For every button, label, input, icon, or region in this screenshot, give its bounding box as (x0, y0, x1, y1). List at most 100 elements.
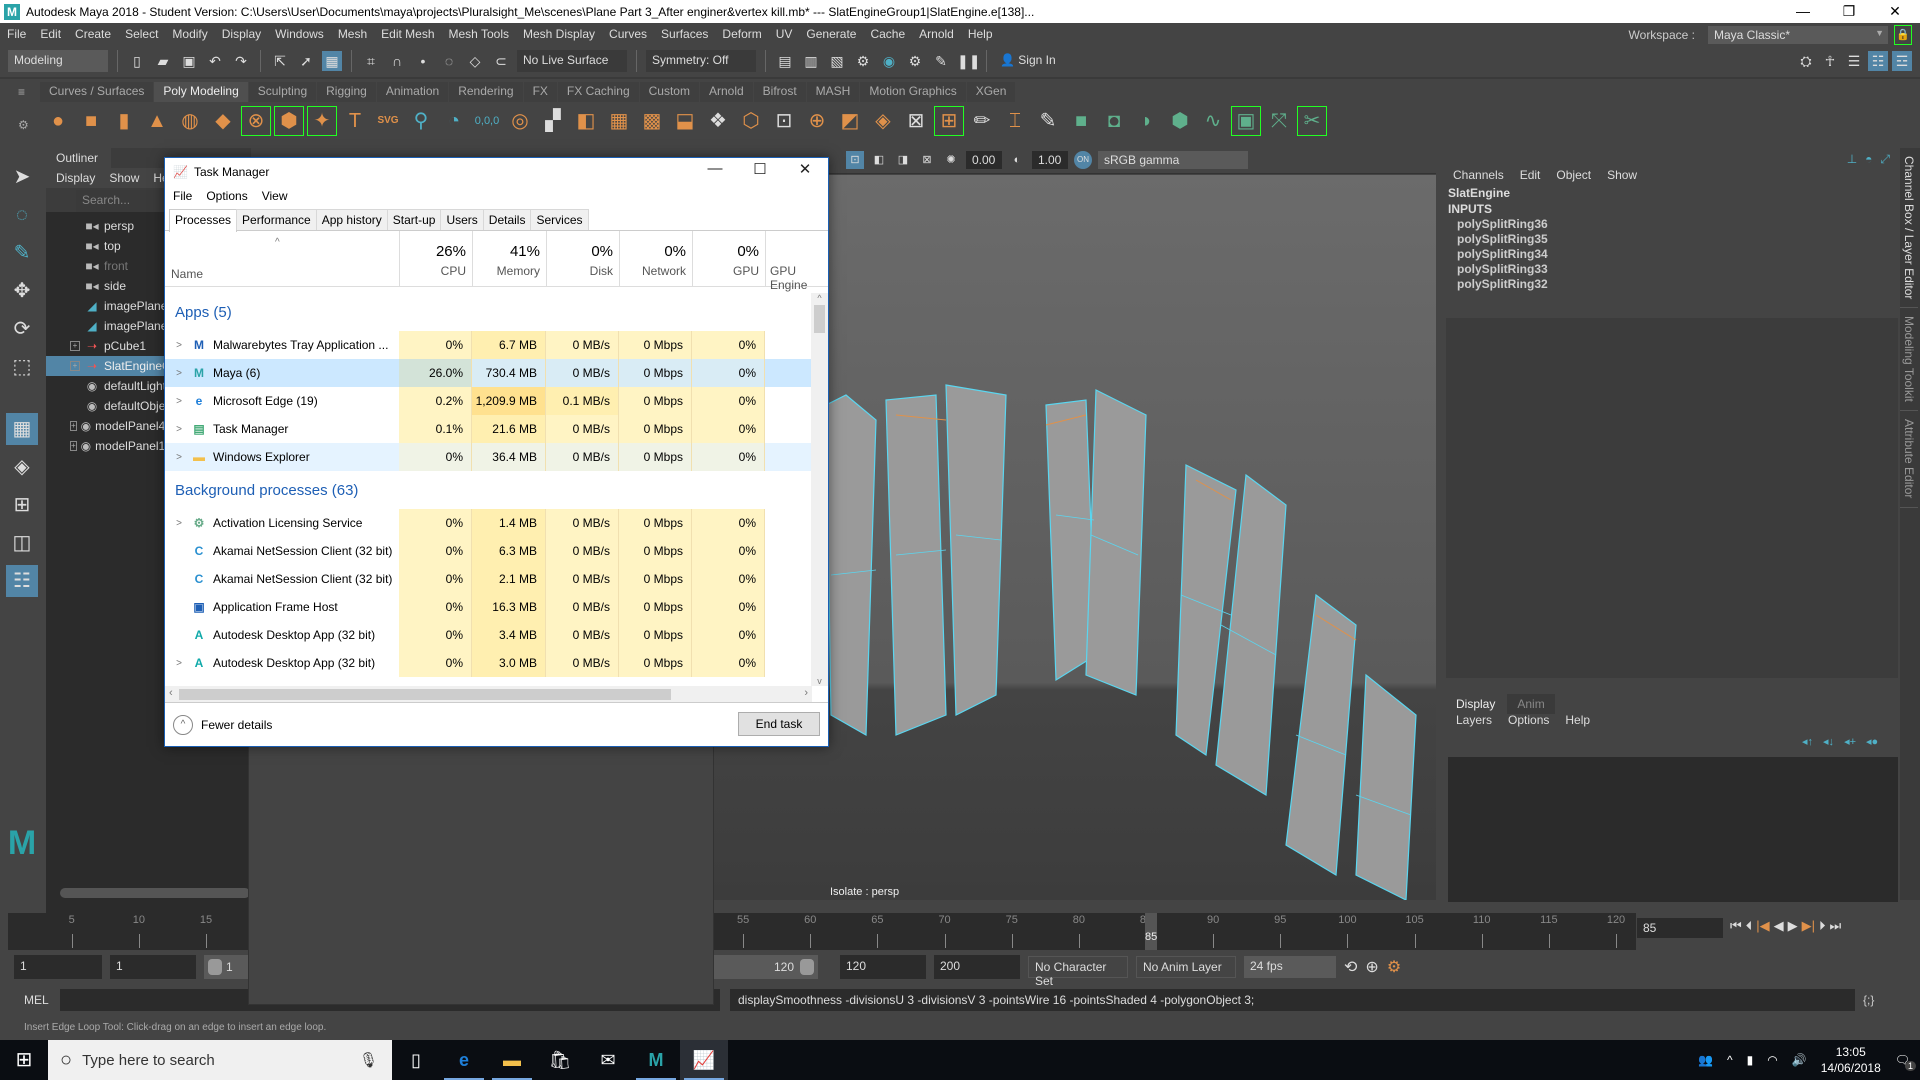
current-frame-field[interactable]: 85 (1637, 918, 1723, 938)
menu-surfaces[interactable]: Surfaces (654, 27, 715, 41)
input-node[interactable]: polySplitRing34 (1440, 246, 1900, 261)
poly-cube-icon[interactable]: ■ (77, 107, 105, 135)
poly-disc-icon[interactable]: ⊗ (241, 106, 271, 136)
outliner-layout-icon[interactable]: ☷ (6, 565, 38, 597)
symmetry-dropdown[interactable]: Symmetry: Off (646, 50, 756, 72)
process-row[interactable]: > M Malwarebytes Tray Application ... 0% 6.7… (165, 331, 812, 359)
scroll-right-icon[interactable]: › (804, 687, 808, 699)
step-forward-key-icon[interactable]: ▶| (1802, 918, 1815, 934)
taskbar-search[interactable]: ○ Type here to search 🎙 (48, 1040, 392, 1080)
side-tab-modeling-toolkit[interactable]: Modeling Toolkit (1900, 308, 1918, 412)
menu-mesh-display[interactable]: Mesh Display (516, 27, 602, 41)
tm-hscrollbar[interactable]: ‹ › (165, 686, 812, 703)
process-row[interactable]: ▣ Application Frame Host 0% 16.3 MB 0 MB/s 0 … (165, 593, 812, 621)
cut-sew-icon[interactable]: ✂ (1297, 106, 1327, 136)
shelf-settings-icon[interactable]: ⚙ (18, 118, 29, 132)
layer-menu-help[interactable]: Help (1565, 713, 1590, 727)
menuset-dropdown[interactable]: Modeling (8, 50, 108, 72)
clock[interactable]: 13:05 14/06/2018 (1821, 1044, 1881, 1076)
menu-edit[interactable]: Edit (33, 27, 68, 41)
menu-mesh-tools[interactable]: Mesh Tools (442, 27, 516, 41)
shelf-tab-xgen[interactable]: XGen (966, 82, 1016, 102)
go-to-start-icon[interactable]: ⏮ (1730, 918, 1742, 934)
col-disk[interactable]: 0% Disk (546, 231, 619, 287)
gamma-icon[interactable]: ◐ (1008, 151, 1026, 169)
sign-in-button[interactable]: 👤 Sign In (996, 50, 1114, 72)
shelf-tab-sculpting[interactable]: Sculpting (248, 82, 317, 102)
layer-tab-display[interactable]: Display (1446, 694, 1506, 714)
shelf-tab-fx-caching[interactable]: FX Caching (557, 82, 639, 102)
light-editor-icon[interactable]: ✎ (931, 51, 951, 71)
shelf-tab-animation[interactable]: Animation (376, 82, 449, 102)
mirror-icon[interactable]: ◧ (572, 107, 600, 135)
move-layer-up-icon[interactable]: ◂↑ (1802, 735, 1813, 748)
scale-tool-icon[interactable]: ⬚ (6, 351, 38, 383)
fps-dropdown[interactable]: 24 fps (1244, 956, 1336, 978)
color-space-dropdown[interactable]: sRGB gamma (1098, 151, 1248, 169)
col-gpu[interactable]: 0% GPU (692, 231, 765, 287)
show-hidden-icons[interactable]: ^ (1727, 1053, 1733, 1067)
poly-torus-icon[interactable]: ◍ (176, 107, 204, 135)
menu-create[interactable]: Create (68, 27, 118, 41)
shelf-tab-arnold[interactable]: Arnold (699, 82, 753, 102)
snap-grid-icon[interactable]: ⌗ (361, 51, 381, 71)
auto-key-icon[interactable]: ⊕ (1365, 957, 1378, 977)
tm-tab-performance[interactable]: Performance (236, 209, 317, 230)
new-layer-selected-icon[interactable]: ◂● (1866, 735, 1878, 748)
render-view-icon[interactable]: ▤ (775, 51, 795, 71)
tm-maximize-button[interactable]: ☐ (740, 160, 780, 178)
hyperbolic-icon[interactable]: ⤢ (1880, 152, 1890, 167)
step-forward-frame-icon[interactable]: ⏵ (1819, 918, 1826, 934)
tool-settings-icon[interactable]: ☷ (1868, 51, 1888, 71)
expand-arrow-icon[interactable]: > (169, 396, 189, 407)
expand-arrow-icon[interactable]: > (169, 424, 189, 435)
shelf-menu-icon[interactable]: ≡ (18, 85, 25, 99)
anim-prefs-icon[interactable]: ⚙ (1387, 957, 1401, 977)
process-row[interactable]: > M Maya (6) 26.0% 730.4 MB 0 MB/s 0 Mbps 0% (165, 359, 812, 387)
render-setup-icon[interactable]: ⚙ (905, 51, 925, 71)
go-to-end-icon[interactable]: ⏭ (1829, 918, 1841, 934)
scene-end-field[interactable]: 200 (934, 955, 1020, 979)
layout-four-view-icon[interactable]: ▦ (6, 413, 38, 445)
expand-icon[interactable]: + (70, 361, 80, 371)
tm-minimize-button[interactable]: — (695, 160, 735, 177)
loop-icon[interactable]: ⟲ (1344, 957, 1357, 977)
script-editor-icon[interactable]: {;} (1863, 993, 1874, 1007)
pause-viewport-icon[interactable]: ❚❚ (957, 51, 980, 71)
layer-tab-anim[interactable]: Anim (1507, 694, 1555, 714)
expand-arrow-icon[interactable]: > (169, 518, 189, 529)
auto-map-icon[interactable]: ⬢ (1166, 107, 1194, 135)
channel-menu-show[interactable]: Show (1607, 168, 1637, 182)
manipulator-icon[interactable]: ⊥ (1847, 152, 1857, 167)
shelf-tab-fx[interactable]: FX (523, 82, 557, 102)
exposure-icon[interactable]: ✺ (942, 151, 960, 169)
select-tool-icon[interactable]: ➤ (6, 161, 38, 193)
multi-cut-icon[interactable]: ⊞ (934, 106, 964, 136)
select-component-icon[interactable]: ▦ (322, 51, 342, 71)
layer-menu-options[interactable]: Options (1508, 713, 1549, 727)
expand-icon[interactable]: + (70, 341, 80, 351)
fewer-details-link[interactable]: Fewer details (201, 718, 272, 732)
history-icon[interactable]: ◔ (440, 107, 468, 135)
lock-icon[interactable]: 🔒 (1894, 25, 1912, 45)
shelf-tab-curves-surfaces[interactable]: Curves / Surfaces (40, 82, 154, 102)
layer-menu-layers[interactable]: Layers (1456, 713, 1492, 727)
poly-super-shape-icon[interactable]: ✦ (307, 106, 337, 136)
store-taskbar-icon[interactable]: 🛍 (536, 1040, 584, 1080)
side-tab-channel-box[interactable]: Channel Box / Layer Editor (1900, 148, 1918, 309)
cylindrical-map-icon[interactable]: ◘ (1100, 107, 1128, 135)
edge-taskbar-icon[interactable]: e (440, 1040, 488, 1080)
snap-surface-icon[interactable]: ◇ (465, 51, 485, 71)
snap-point-icon[interactable]: • (413, 51, 433, 71)
range-end-handle[interactable] (800, 959, 814, 975)
menu-deform[interactable]: Deform (715, 27, 768, 41)
tm-menu-view[interactable]: View (262, 189, 288, 203)
col-network[interactable]: 0% Network (619, 231, 692, 287)
poly-cylinder-icon[interactable]: ▮ (110, 107, 138, 135)
new-scene-icon[interactable]: ▯ (127, 51, 147, 71)
poly-cone-icon[interactable]: ▲ (143, 107, 171, 135)
microphone-icon[interactable]: 🎙 (359, 1051, 378, 1069)
fewer-details-icon[interactable]: ^ (173, 714, 193, 735)
input-node[interactable]: polySplitRing32 (1440, 276, 1900, 291)
menu-modify[interactable]: Modify (165, 27, 214, 41)
